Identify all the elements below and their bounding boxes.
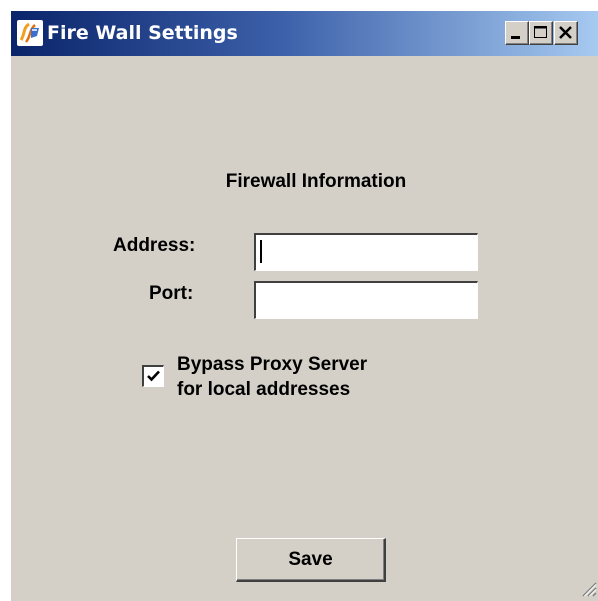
port-input[interactable] xyxy=(254,281,478,319)
address-input[interactable] xyxy=(254,233,478,271)
close-button[interactable] xyxy=(554,21,578,45)
firewall-information-heading: Firewall Information xyxy=(225,171,407,192)
window-title: Fire Wall Settings xyxy=(47,22,238,44)
minimize-button[interactable] xyxy=(505,21,529,45)
bypass-proxy-label[interactable]: Bypass Proxy Server for local addresses xyxy=(177,352,367,402)
maximize-button[interactable] xyxy=(529,21,553,45)
bypass-proxy-label-line2: for local addresses xyxy=(177,379,351,400)
maximize-icon xyxy=(534,26,547,38)
save-button[interactable]: Save xyxy=(236,538,386,582)
checkmark-icon xyxy=(147,370,160,382)
java-app-icon xyxy=(17,20,43,46)
text-caret xyxy=(260,240,262,263)
close-icon xyxy=(559,26,572,39)
minimize-icon xyxy=(511,36,520,39)
title-bar[interactable]: Fire Wall Settings xyxy=(11,11,598,56)
address-label: Address: xyxy=(113,235,196,256)
bypass-proxy-checkbox[interactable] xyxy=(142,365,164,387)
firewall-settings-window: Fire Wall Settings Firewall Information … xyxy=(10,10,598,601)
resize-grip-icon[interactable] xyxy=(577,577,597,597)
bypass-proxy-label-line1: Bypass Proxy Server xyxy=(177,354,368,375)
port-label: Port: xyxy=(149,283,194,304)
